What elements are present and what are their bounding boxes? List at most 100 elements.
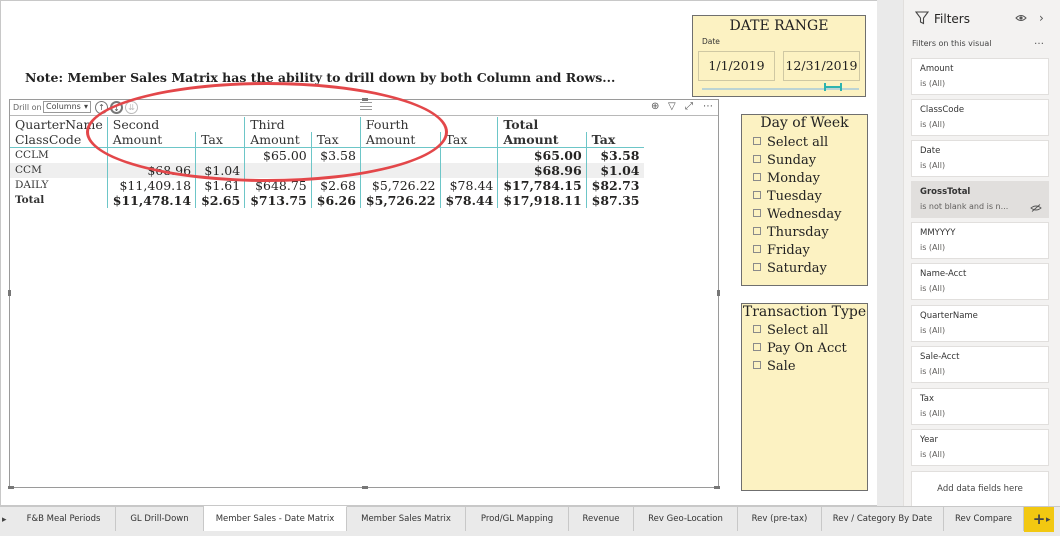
visual-drag-handle[interactable]: [360, 102, 372, 110]
col-header-amount[interactable]: Amount: [106, 132, 196, 148]
filter-card-sale-acct[interactable]: Sale-Acct is (All): [911, 346, 1049, 383]
col-header-amount[interactable]: Amount: [244, 132, 312, 148]
cell: $648.75: [244, 178, 312, 193]
visual-header: Drill on Columns ↑ ↓ ⇊ ⊕ ▽ ⤢ ⋯: [10, 100, 718, 116]
tab-member-sales-matrix[interactable]: Member Sales Matrix: [347, 507, 466, 531]
dow-option-tuesday[interactable]: Tuesday: [753, 189, 822, 204]
checkbox-icon: [753, 245, 761, 253]
filter-card-classcode[interactable]: ClassCode is (All): [911, 99, 1049, 136]
dow-option-sunday[interactable]: Sunday: [753, 153, 816, 168]
txn-option-sale[interactable]: Sale: [753, 359, 796, 374]
transaction-type-title: Transaction Type: [742, 304, 867, 320]
checkbox-icon: [753, 209, 761, 217]
eye-icon[interactable]: [1015, 13, 1027, 23]
filter-card-year[interactable]: Year is (All): [911, 429, 1049, 466]
resize-handle-corner-br[interactable]: [714, 486, 720, 489]
resize-handle-bottom[interactable]: [362, 486, 368, 489]
filter-card-quartername[interactable]: QuarterName is (All): [911, 305, 1049, 342]
col-header-tax[interactable]: Tax: [310, 132, 361, 148]
resize-handle-left[interactable]: [8, 290, 11, 296]
filter-card-grosstotal[interactable]: GrossTotal is not blank and is n...: [911, 181, 1049, 218]
tab-revenue[interactable]: Revenue: [569, 507, 634, 531]
matrix-row-cclm: CCLM $65.00 $3.58 $65.00 $3.58: [10, 147, 644, 164]
col-header-tax[interactable]: Tax: [195, 132, 245, 148]
cell: $3.58: [310, 147, 361, 163]
col-header-amount[interactable]: Amount: [359, 132, 441, 148]
filters-pane: Filters › Filters on this visual … Amoun…: [903, 0, 1060, 507]
tab-rev-compare[interactable]: Rev Compare: [944, 507, 1024, 531]
total-cell: $11,478.14: [106, 193, 196, 208]
col-group-second[interactable]: Second: [106, 117, 245, 132]
cell: $65.00: [244, 147, 312, 163]
resize-handle-right[interactable]: [717, 290, 720, 296]
row-header-classcode[interactable]: ClassCode: [10, 132, 108, 148]
more-options-icon[interactable]: …: [1034, 36, 1044, 47]
more-options-icon[interactable]: ⋯: [703, 101, 713, 113]
checkbox-icon: [753, 361, 761, 369]
tab-member-sales-date-matrix[interactable]: Member Sales - Date Matrix: [204, 506, 347, 531]
filter-card-tax[interactable]: Tax is (All): [911, 388, 1049, 425]
tab-rev-category-by-date[interactable]: Rev / Category By Date: [822, 507, 944, 531]
col-group-total[interactable]: Total: [497, 117, 644, 132]
filter-card-date[interactable]: Date is (All): [911, 140, 1049, 177]
txn-option-select-all[interactable]: Select all: [753, 323, 828, 338]
cell: [439, 163, 498, 178]
resize-handle-corner-bl[interactable]: [8, 486, 14, 489]
dow-option-friday[interactable]: Friday: [753, 243, 810, 258]
collapse-pane-icon[interactable]: ›: [1039, 11, 1044, 25]
col-header-amount[interactable]: Amount: [497, 132, 587, 148]
tab-scroll-right-icon[interactable]: ▸: [1046, 515, 1051, 525]
end-date-input[interactable]: 12/31/2019: [783, 51, 860, 81]
dow-option-monday[interactable]: Monday: [753, 171, 820, 186]
filter-card-mmyyyy[interactable]: MMYYYY is (All): [911, 222, 1049, 259]
expand-all-icon[interactable]: ⇊: [125, 101, 138, 114]
date-slider-handle[interactable]: [824, 80, 842, 94]
dow-option-saturday[interactable]: Saturday: [753, 261, 827, 276]
dow-option-thursday[interactable]: Thursday: [753, 225, 829, 240]
txn-option-pay-on-acct[interactable]: Pay On Acct: [753, 341, 847, 356]
hidden-eye-icon[interactable]: [1030, 204, 1042, 212]
filter-icon[interactable]: ▽: [668, 101, 676, 113]
row-header-quartername[interactable]: QuarterName: [10, 117, 107, 132]
cell: $1.61: [195, 178, 245, 193]
filter-card-name-acct[interactable]: Name-Acct is (All): [911, 263, 1049, 300]
focus-mode-icon[interactable]: ⤢: [685, 101, 693, 113]
drill-on-select[interactable]: Columns: [43, 101, 91, 113]
row-label[interactable]: DAILY: [10, 178, 107, 193]
cell: $5,726.22: [359, 178, 441, 193]
checkbox-icon: [753, 137, 761, 145]
start-date-input[interactable]: 1/1/2019: [698, 51, 775, 81]
tab-scroll-left-icon[interactable]: ▸: [2, 515, 7, 525]
dow-option-select-all[interactable]: Select all: [753, 135, 828, 150]
row-label[interactable]: CCM: [10, 163, 108, 178]
resize-handle-top[interactable]: [362, 98, 368, 101]
tab-rev-geo-location[interactable]: Rev Geo-Location: [634, 507, 738, 531]
col-group-fourth[interactable]: Fourth: [359, 117, 498, 132]
cell: $11,409.18: [106, 178, 196, 193]
add-data-fields-dropzone[interactable]: Add data fields here: [911, 471, 1049, 507]
day-of-week-slicer: Day of Week Select all Sunday Monday Tue…: [741, 114, 868, 286]
focus-mode-drill-icon[interactable]: ⊕: [651, 101, 659, 113]
checkbox-icon: [753, 173, 761, 181]
col-header-tax[interactable]: Tax: [439, 132, 498, 148]
filter-card-amount[interactable]: Amount is (All): [911, 58, 1049, 95]
checkbox-icon: [753, 155, 761, 163]
tab-rev-pre-tax[interactable]: Rev (pre-tax): [738, 507, 822, 531]
total-label: Total: [15, 194, 45, 206]
checkbox-icon: [753, 263, 761, 271]
drill-up-icon[interactable]: ↑: [95, 101, 108, 114]
matrix-row-ccm: CCM $68.96 $1.04 $68.96 $1.04: [10, 163, 644, 178]
matrix-visual[interactable]: Drill on Columns ↑ ↓ ⇊ ⊕ ▽ ⤢ ⋯ QuarterNa…: [8, 98, 720, 489]
tab-gl-drill-down[interactable]: GL Drill-Down: [116, 507, 204, 531]
row-label[interactable]: CCLM: [10, 148, 107, 164]
cell: $78.44: [439, 178, 498, 193]
tab-prod-gl-mapping[interactable]: Prod/GL Mapping: [466, 507, 569, 531]
cell: $82.73: [585, 178, 644, 193]
col-header-tax[interactable]: Tax: [585, 132, 644, 148]
tab-fb-meal-periods[interactable]: F&B Meal Periods: [12, 507, 116, 531]
dow-option-wednesday[interactable]: Wednesday: [753, 207, 841, 222]
col-group-third[interactable]: Third: [244, 117, 361, 132]
cell: [106, 147, 196, 163]
cell: $17,784.15: [497, 178, 587, 193]
drill-mode-icon[interactable]: ↓: [110, 101, 123, 114]
